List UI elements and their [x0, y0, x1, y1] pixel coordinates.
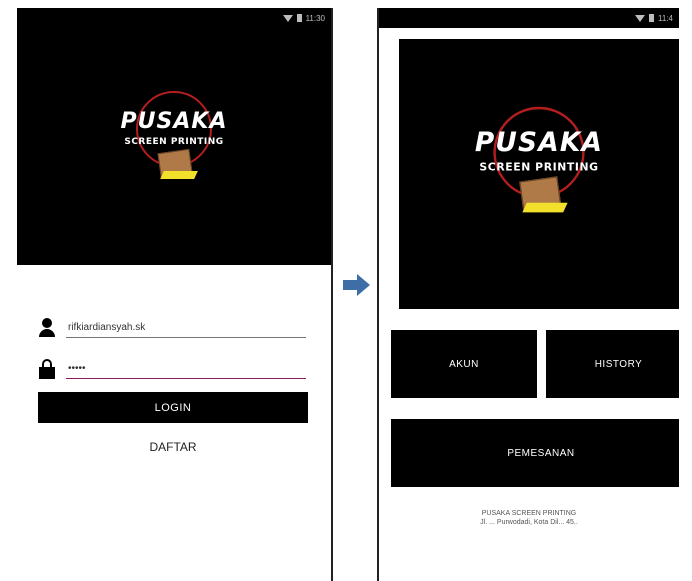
footer-line-2: Jl. ... Purwodadi, Kota Dil... 45.. [480, 519, 578, 526]
password-field-row [38, 357, 308, 381]
logo-brand: PUSAKA [120, 108, 228, 134]
user-icon [38, 318, 56, 338]
login-button[interactable]: LOGIN [38, 392, 308, 423]
status-time: 11:30 [305, 13, 325, 23]
battery-icon [296, 14, 302, 22]
password-input[interactable] [66, 359, 306, 379]
logo-tagline: SCREEN PRINTING [479, 162, 599, 174]
akun-button[interactable]: AKUN [391, 330, 537, 398]
battery-icon [649, 14, 655, 22]
logo-banner: PUSAKA SCREEN PRINTING [399, 39, 679, 309]
status-bar: 11:4 [379, 8, 679, 28]
footer: PUSAKA SCREEN PRINTING Jl. ... Purwodadi… [379, 509, 679, 527]
menu-screen: 11:4 PUSAKA SCREEN PRINTING AKUN HISTORY… [377, 8, 679, 581]
login-screen: 11:30 PUSAKA SCREEN PRINTING LOGIN DAFTA… [17, 8, 333, 581]
ink-icon [160, 170, 198, 179]
ink-icon [522, 202, 568, 213]
footer-line-1: PUSAKA SCREEN PRINTING [481, 510, 577, 517]
status-time: 11:4 [658, 13, 673, 23]
lock-icon [38, 359, 56, 379]
history-button[interactable]: HISTORY [546, 330, 679, 398]
logo-tagline: SCREEN PRINTING [124, 136, 224, 147]
logo-brand: PUSAKA [474, 128, 604, 159]
pusaka-logo: PUSAKA SCREEN PRINTING [455, 102, 623, 246]
pemesanan-button[interactable]: PEMESANAN [391, 419, 679, 487]
pusaka-logo: PUSAKA SCREEN PRINTING [104, 87, 244, 207]
username-input[interactable] [66, 318, 306, 338]
register-link[interactable]: DAFTAR [38, 440, 308, 454]
arrow-right-icon [343, 274, 371, 296]
wifi-icon [635, 14, 646, 22]
status-bar: 11:30 [17, 8, 331, 28]
username-field-row [38, 316, 308, 340]
wifi-icon [282, 14, 293, 22]
logo-banner: PUSAKA SCREEN PRINTING [17, 28, 331, 265]
